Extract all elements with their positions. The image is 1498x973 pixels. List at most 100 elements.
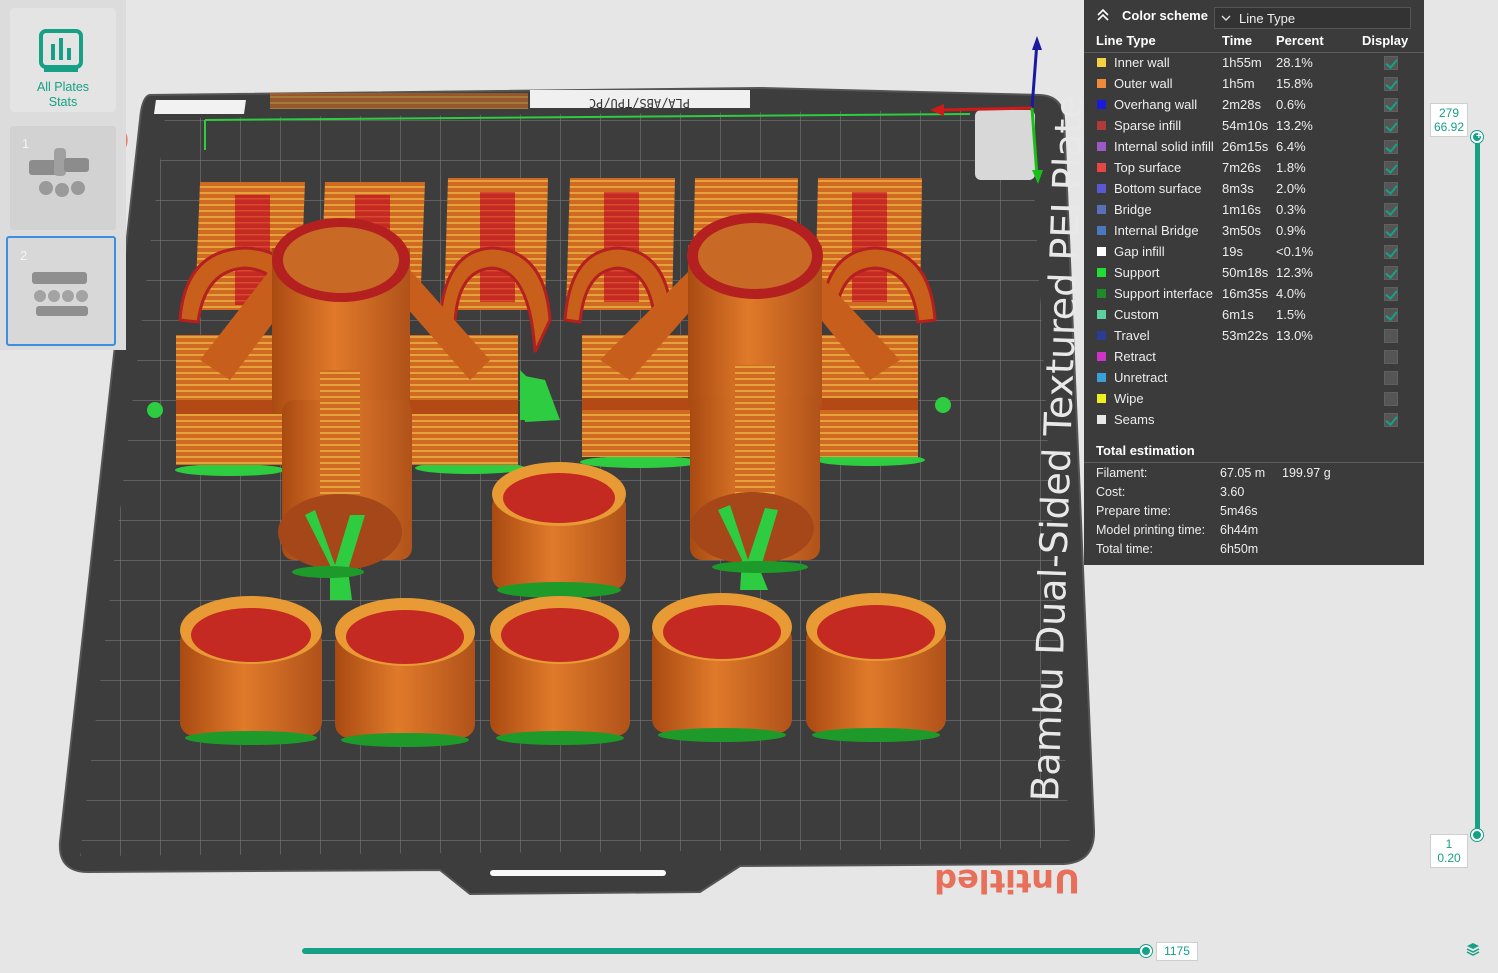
display-checkbox[interactable] <box>1384 56 1398 70</box>
line-type-row: Custom 6m1s 1.5% <box>1084 305 1424 326</box>
plate-thumbnail-2[interactable]: 2 <box>6 236 116 346</box>
cup-center <box>492 462 626 598</box>
bottom-layer-readout: 1 0.20 <box>1430 834 1468 868</box>
collapse-chevron-icon[interactable] <box>1096 8 1110 22</box>
line-type-time: 53m22s <box>1222 328 1269 343</box>
line-type-name: Unretract <box>1114 370 1168 385</box>
top-layer-readout: 279 66.92 <box>1430 103 1468 137</box>
display-checkbox[interactable] <box>1384 224 1398 238</box>
line-color-swatch <box>1097 394 1106 403</box>
total-estimation-title: Total estimation <box>1096 443 1195 458</box>
prepare-time-label: Prepare time: <box>1096 504 1172 518</box>
prepare-time-value: 5m46s <box>1220 504 1258 518</box>
line-type-percent: 0.6% <box>1276 97 1306 112</box>
line-color-swatch <box>1097 142 1106 151</box>
gcode-legend-panel: Color scheme Line Type Line Type Time Pe… <box>1084 0 1424 565</box>
color-scheme-header: Color scheme Line Type <box>1084 0 1424 32</box>
line-color-swatch <box>1097 163 1106 172</box>
line-type-name: Custom <box>1114 307 1159 322</box>
cup-5 <box>806 593 946 742</box>
model-printing-time-value: 6h44m <box>1220 523 1259 537</box>
top-layer-height: 66.92 <box>1433 120 1465 134</box>
bed-tag: PLA/ABS/TPU/PC <box>589 96 690 110</box>
line-type-name: Retract <box>1114 349 1156 364</box>
color-scheme-dropdown[interactable]: Line Type <box>1214 7 1411 29</box>
line-type-name: Inner wall <box>1114 55 1170 70</box>
line-type-percent: 1.8% <box>1276 160 1306 175</box>
cost-row: Cost: 3.60 <box>1096 485 1244 499</box>
line-type-time: 16m35s <box>1222 286 1269 301</box>
line-type-row: Internal solid infill 26m15s 6.4% <box>1084 137 1424 158</box>
line-type-time: 3m50s <box>1222 223 1262 238</box>
line-type-name: Internal Bridge <box>1114 223 1199 238</box>
line-type-percent: 13.2% <box>1276 118 1313 133</box>
display-checkbox[interactable] <box>1384 98 1398 112</box>
display-checkbox[interactable] <box>1384 77 1398 91</box>
line-type-row: Support 50m18s 12.3% <box>1084 263 1424 284</box>
line-type-percent: 13.0% <box>1276 328 1313 343</box>
all-plates-stats-button[interactable]: All Plates Stats <box>10 8 116 112</box>
line-type-name: Support <box>1114 265 1160 280</box>
line-type-name: Outer wall <box>1114 76 1173 91</box>
project-name: Untitled <box>934 862 1080 900</box>
line-type-time: 6m1s <box>1222 307 1254 322</box>
line-type-name: Internal solid infill <box>1114 139 1214 154</box>
display-checkbox[interactable] <box>1384 140 1398 154</box>
all-plates-label: All Plates <box>36 80 90 94</box>
line-type-row: Wipe <box>1084 389 1424 410</box>
line-color-swatch <box>1097 184 1106 193</box>
stats-chart-icon <box>39 29 83 72</box>
move-slider-track[interactable] <box>302 948 1148 954</box>
layers-icon[interactable] <box>1465 941 1481 957</box>
line-color-swatch <box>1097 289 1106 298</box>
line-color-swatch <box>1097 121 1106 130</box>
cost-value: 3.60 <box>1220 485 1245 499</box>
line-type-percent: <0.1% <box>1276 244 1314 259</box>
filament-row: Filament: 67.05 m 199.97 g <box>1096 466 1331 480</box>
top-layer-handle[interactable]: + <box>1471 131 1483 143</box>
line-color-swatch <box>1097 79 1106 88</box>
bottom-layer-handle[interactable] <box>1471 829 1483 841</box>
move-slider-handle[interactable] <box>1140 945 1152 957</box>
line-color-swatch <box>1097 58 1106 67</box>
layer-slider-track[interactable] <box>1475 136 1480 838</box>
stats-label: Stats <box>48 95 78 109</box>
display-checkbox[interactable] <box>1384 182 1398 196</box>
display-checkbox[interactable] <box>1384 392 1398 406</box>
layer-slider[interactable]: 279 66.92 + 1 0.20 <box>1430 100 1490 870</box>
line-type-row: Bridge 1m16s 0.3% <box>1084 200 1424 221</box>
cup-1 <box>180 596 322 745</box>
line-type-time: 54m10s <box>1222 118 1269 133</box>
display-checkbox[interactable] <box>1384 329 1398 343</box>
line-type-percent: 4.0% <box>1276 286 1306 301</box>
plate-thumbnail-1[interactable]: 1 <box>10 126 116 230</box>
plate-sidebar: All Plates Stats 1 2 <box>0 0 126 350</box>
display-checkbox[interactable] <box>1384 119 1398 133</box>
display-checkbox[interactable] <box>1384 308 1398 322</box>
move-slider[interactable]: 1175 <box>300 940 1200 964</box>
display-checkbox[interactable] <box>1384 350 1398 364</box>
display-checkbox[interactable] <box>1384 287 1398 301</box>
line-color-swatch <box>1097 100 1106 109</box>
display-checkbox[interactable] <box>1384 266 1398 280</box>
display-checkbox[interactable] <box>1384 413 1398 427</box>
line-type-percent: 2.0% <box>1276 181 1306 196</box>
line-type-row: Bottom surface 8m3s 2.0% <box>1084 179 1424 200</box>
display-checkbox[interactable] <box>1384 203 1398 217</box>
display-checkbox[interactable] <box>1384 161 1398 175</box>
line-color-swatch <box>1097 373 1106 382</box>
cup-4 <box>652 593 792 742</box>
header-time: Time <box>1222 33 1253 48</box>
cup-3 <box>490 596 630 745</box>
line-type-percent: 1.5% <box>1276 307 1306 322</box>
display-checkbox[interactable] <box>1384 371 1398 385</box>
display-checkbox[interactable] <box>1384 245 1398 259</box>
line-type-time: 26m15s <box>1222 139 1269 154</box>
line-type-percent: 12.3% <box>1276 265 1313 280</box>
total-time-row: Total time: 6h50m <box>1096 542 1258 556</box>
line-type-name: Seams <box>1114 412 1155 427</box>
divider <box>1084 462 1424 463</box>
line-type-percent: 15.8% <box>1276 76 1313 91</box>
model-printing-time-label: Model printing time: <box>1096 523 1206 537</box>
line-color-swatch <box>1097 415 1106 424</box>
